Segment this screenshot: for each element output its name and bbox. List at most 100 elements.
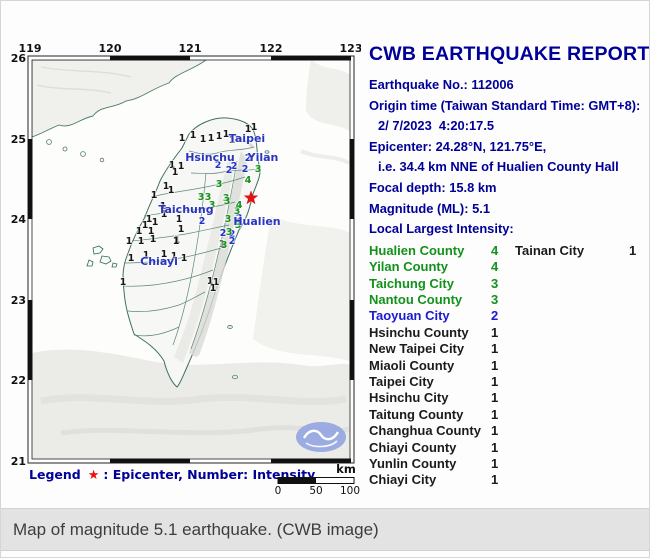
axis-tick-left: 22 [11,374,26,387]
intensity-value: 4 [491,243,515,259]
intensity-region-name: Yilan County [369,259,491,275]
intensity-number: 1 [208,133,215,144]
intensity-value-2 [629,374,647,390]
intensity-region-name: Nantou County [369,292,491,308]
intensity-value-2 [629,325,647,341]
report-info: Earthquake No.: 112006Origin time (Taiwa… [369,75,647,240]
intensity-value-2 [629,341,647,357]
intensity-region-name-2 [515,358,629,374]
intensity-region-name: Taichung City [369,276,491,292]
intensity-value-2 [629,456,647,472]
intensity-region-name-2 [515,341,629,357]
intensity-region-name: Miaoli County [369,358,491,374]
axis-tick-left: 23 [11,294,26,307]
axis-tick-top: 120 [99,42,122,55]
intensity-row: Taichung City3 [369,276,647,292]
axis-tick-top: 122 [260,42,283,55]
intensity-row: Chiayi City1 [369,472,647,488]
intensity-region-name-2 [515,440,629,456]
intensity-number: 1 [178,224,185,235]
intensity-number: 4 [245,175,252,186]
intensity-value-2 [629,292,647,308]
axis-tick-top: 123 [340,42,361,55]
intensity-number: 1 [138,236,145,247]
city-label: Hsinchu [185,151,235,164]
intensity-number: 3 [226,227,233,238]
intensity-number: 1 [173,236,180,247]
epicenter-legend-star-icon: ★ [88,468,100,483]
city-label: Taichung [158,203,213,216]
intensity-region-name: Chiayi City [369,472,491,488]
intensity-row: Changhua County1 [369,423,647,439]
intensity-value-2 [629,407,647,423]
intensity-number: 1 [216,131,223,142]
intensity-row: Hsinchu County1 [369,325,647,341]
earthquake-report-panel: CWB EARTHQUAKE REPORT Earthquake No.: 11… [369,43,647,489]
axis-tick-top: 121 [179,42,202,55]
intensity-value: 3 [491,276,515,292]
intensity-value-2 [629,423,647,439]
intensity-row: New Taipei City1 [369,341,647,357]
intensity-number: 1 [210,283,217,294]
report-info-line: i.e. 34.4 km NNE of Hualien County Hall [369,157,647,178]
intensity-row: Yilan County4 [369,259,647,275]
caption-bar: Map of magnitude 5.1 earthquake. (CWB im… [1,508,649,551]
intensity-number: 3 [225,214,232,225]
intensity-number: 1 [181,253,188,264]
intensity-region-name-2 [515,259,629,275]
intensity-row: Nantou County3 [369,292,647,308]
intensity-region-name-2 [515,407,629,423]
legend-line: Legend★: Epicenter, Number: Intensity [29,467,315,483]
report-info-line: Local Largest Intensity: [369,219,647,240]
intensity-number: 3 [255,164,262,175]
intensity-number: 2 [226,165,233,176]
intensity-row: Hualien County4Tainan City1 [369,243,647,259]
intensity-value: 1 [491,472,515,488]
intensity-region-name-2 [515,276,629,292]
intensity-number: 1 [150,234,157,245]
intensity-value: 1 [491,374,515,390]
city-label: Yilan [247,151,279,164]
intensity-value: 1 [491,456,515,472]
report-info-line: Earthquake No.: 112006 [369,75,647,96]
city-label: Chiayi [140,255,178,268]
intensity-region-name-2: Tainan City [515,243,629,259]
intensity-number: 2 [242,164,249,175]
intensity-region-name: New Taipei City [369,341,491,357]
intensity-number: 1 [151,190,158,201]
intensity-row: Taitung County1 [369,407,647,423]
intensity-value-2 [629,308,647,324]
intensity-region-name-2 [515,423,629,439]
intensity-number: 1 [168,185,175,196]
axis-tick-left: 21 [11,455,26,468]
axis-tick-left: 25 [11,133,26,146]
scale-unit: km [336,462,356,476]
legend-label: Legend [29,467,81,482]
intensity-row: Yunlin County1 [369,456,647,472]
intensity-row: Hsinchu City1 [369,390,647,406]
intensity-value-2: 1 [629,243,647,259]
intensity-region-name-2 [515,472,629,488]
intensity-region-name: Chiayi County [369,440,491,456]
scale-50: 50 [309,485,322,497]
intensity-number: 1 [178,161,185,172]
intensity-region-name-2 [515,325,629,341]
cwb-logo-icon [296,422,346,452]
intensity-value-2 [629,440,647,456]
intensity-row: Taipei City1 [369,374,647,390]
intensity-region-name: Taitung County [369,407,491,423]
intensity-region-name-2 [515,456,629,472]
intensity-value-2 [629,358,647,374]
report-info-line: Origin time (Taiwan Standard Time: GMT+8… [369,96,647,117]
intensity-value: 1 [491,423,515,439]
intensity-value: 3 [491,292,515,308]
intensity-row: Chiayi County1 [369,440,647,456]
intensity-number: 3 [216,179,223,190]
intensity-value-2 [629,390,647,406]
city-label: Hualien [233,215,280,228]
intensity-number: 1 [190,130,197,141]
caption-text: Map of magnitude 5.1 earthquake. (CWB im… [1,520,379,540]
intensity-number: 1 [126,236,133,247]
intensity-number: 2 [199,216,206,227]
intensity-number: 3 [198,192,205,203]
